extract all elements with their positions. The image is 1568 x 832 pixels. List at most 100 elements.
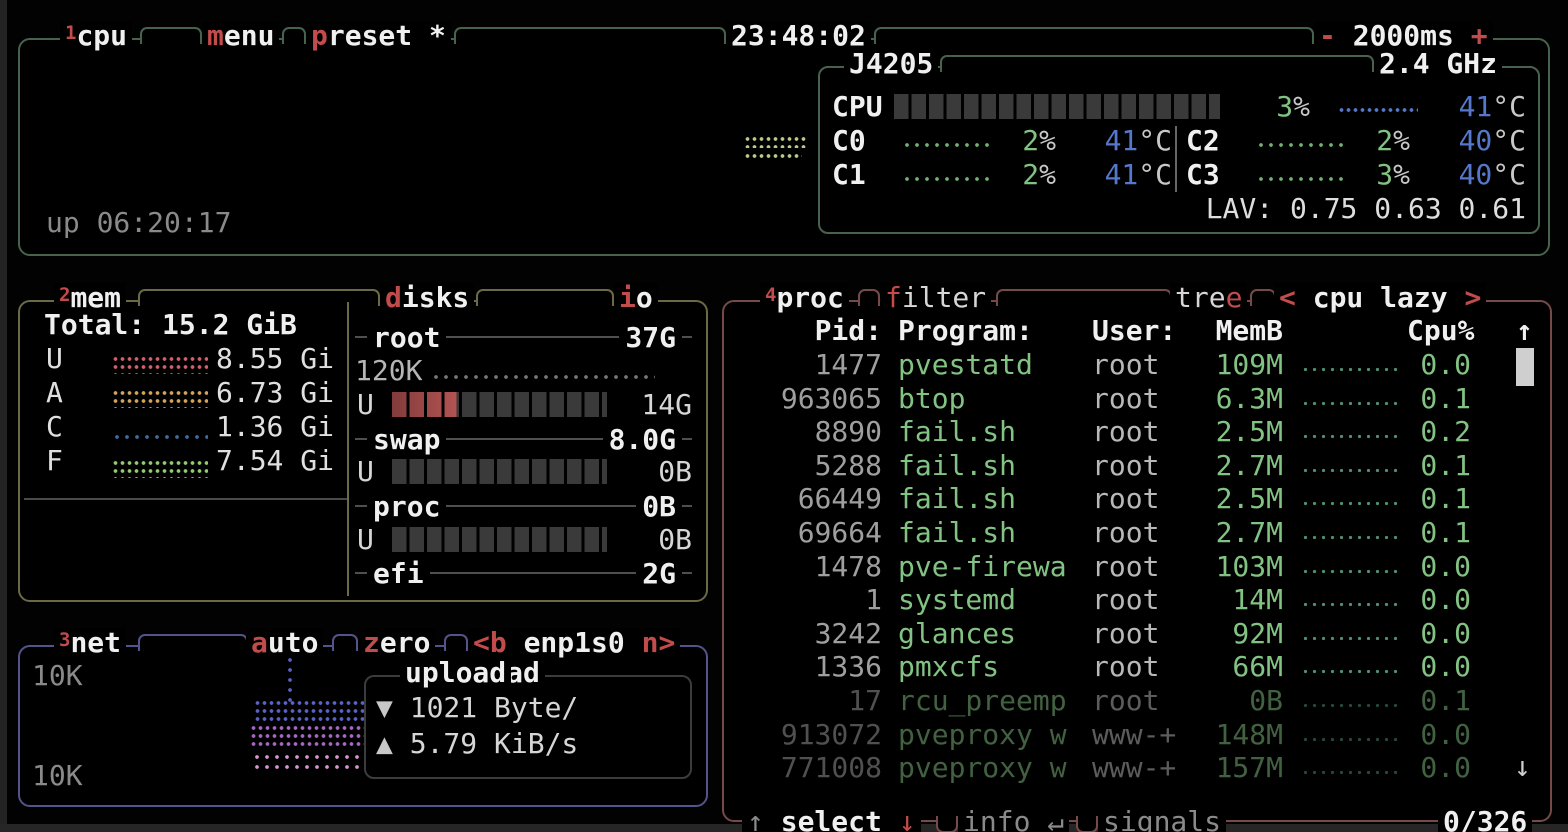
cpu-panel: 1cpu menu preset * 23:48:02 - 2000ms + u…	[18, 38, 1550, 256]
header-program[interactable]: Program:	[898, 314, 1092, 347]
table-row[interactable]: 963065 btop root 6.3M 0.1	[734, 382, 1514, 416]
table-row[interactable]: 1336 pmxcfs root 66M 0.0	[734, 650, 1514, 684]
scrollbar-thumb[interactable]	[1516, 348, 1534, 386]
filter-button[interactable]: filter	[880, 283, 991, 313]
proc-user: root	[1092, 415, 1212, 449]
header-mem[interactable]: MemB	[1212, 314, 1283, 347]
table-row[interactable]: 3242 glances root 92M 0.0	[734, 617, 1514, 651]
mem-total: Total: 15.2 GiB	[44, 308, 297, 341]
core-row: C0 2% 41°C	[832, 124, 1180, 158]
proc-program: fail.sh	[898, 415, 1092, 449]
disk-io-rate: 120K	[355, 354, 422, 388]
info-button[interactable]: info ↵	[958, 807, 1069, 832]
proc-cpu-graph	[1301, 701, 1399, 712]
disk-size: 0B	[636, 490, 682, 523]
net-interface-switcher: <b enp1s0 n>	[468, 628, 680, 658]
proc-mem: 148M	[1212, 718, 1283, 752]
proc-pid: 17	[734, 684, 882, 718]
io-mode-button[interactable]: io	[614, 283, 658, 313]
mem-row-label: F	[46, 444, 63, 478]
proc-program: pveproxy w	[898, 751, 1092, 785]
signals-button[interactable]: signals	[1098, 807, 1226, 832]
interface-name: enp1s0	[524, 626, 625, 659]
table-row[interactable]: 8890 fail.sh root 2.5M 0.2	[734, 415, 1514, 449]
mem-row-value: 1.36 Gi	[204, 410, 334, 444]
net-panel-title[interactable]: 3net	[54, 628, 126, 658]
proc-mem: 2.5M	[1212, 415, 1283, 449]
proc-user: www-+	[1092, 718, 1212, 752]
proc-cpu-graph-cell	[1297, 751, 1407, 785]
header-pid[interactable]: Pid:	[734, 314, 882, 347]
table-row[interactable]: 1477 pvestatd root 109M 0.0	[734, 348, 1514, 382]
net-auto-button[interactable]: auto	[246, 628, 323, 658]
upload-speed: ▲ 5.79 KiB/s	[376, 727, 578, 760]
proc-cpu-graph-cell	[1297, 650, 1407, 684]
mem-available-row: A 6.73 Gi	[44, 376, 334, 410]
cpu-usage-graph	[744, 135, 808, 148]
mem-used-graph	[112, 355, 208, 374]
table-row[interactable]: 771008 pveproxy w www-+ 157M 0.0	[734, 751, 1514, 785]
proc-pid: 8890	[734, 415, 882, 449]
scroll-up-icon[interactable]: ↑	[1516, 314, 1533, 347]
proc-cpu: 0.0	[1407, 617, 1471, 651]
process-panel: 4proc filter tree < cpu lazy > Pid: Prog…	[722, 300, 1552, 822]
mem-row-value: 7.54 Gi	[204, 444, 334, 478]
proc-pid: 771008	[734, 751, 882, 785]
proc-panel-title[interactable]: 4proc	[760, 283, 849, 313]
proc-mem: 14M	[1212, 583, 1283, 617]
table-row[interactable]: 1478 pve-firewa root 103M 0.0	[734, 550, 1514, 584]
disk-size: 8.0G	[603, 423, 682, 456]
tree-toggle-button[interactable]: tree	[1170, 283, 1247, 313]
sort-next-button[interactable]: >	[1464, 281, 1481, 314]
menu-button[interactable]: menu	[202, 21, 279, 51]
table-row[interactable]: 17 rcu_preemp root 0B 0.1	[734, 684, 1514, 718]
table-row[interactable]: 5288 fail.sh root 2.7M 0.1	[734, 449, 1514, 483]
header-cpu[interactable]: Cpu%	[1407, 314, 1471, 347]
proc-program: pve-firewa	[898, 550, 1092, 584]
proc-cpu-graph	[1301, 533, 1399, 544]
disk-used-label: U	[357, 455, 374, 489]
select-control[interactable]: ↑ select ↓	[742, 807, 921, 832]
next-interface-button[interactable]: n>	[642, 626, 676, 659]
border-tab	[858, 289, 880, 306]
proc-mem: 66M	[1212, 650, 1283, 684]
proc-cpu: 0.0	[1407, 348, 1471, 382]
proc-mem: 109M	[1212, 348, 1283, 382]
interval-decrease-button[interactable]: -	[1319, 19, 1336, 52]
proc-mem: 92M	[1212, 617, 1283, 651]
net-zero-button[interactable]: zero	[358, 628, 435, 658]
proc-user: root	[1092, 482, 1212, 516]
table-row[interactable]: 69664 fail.sh root 2.7M 0.1	[734, 516, 1514, 550]
header-user[interactable]: User:	[1092, 314, 1212, 347]
disks-toggle-button[interactable]: disks	[380, 283, 474, 313]
proc-cpu-graph	[1301, 399, 1399, 410]
disk-section-proc: proc 0B	[355, 489, 692, 523]
sort-prev-button[interactable]: <	[1279, 281, 1296, 314]
cpu-hotkey: 1	[65, 22, 76, 44]
proc-cpu-graph-cell	[1297, 718, 1407, 752]
proc-user: root	[1092, 516, 1212, 550]
table-row[interactable]: 913072 pveproxy w www-+ 148M 0.0	[734, 718, 1514, 752]
net-download-graph	[254, 699, 372, 722]
proc-mem: 2.7M	[1212, 516, 1283, 550]
disk-name: proc	[367, 490, 446, 523]
cpu-panel-title[interactable]: 1cpu	[60, 21, 132, 51]
core-label: C0	[832, 124, 866, 158]
proc-program: pvestatd	[898, 348, 1092, 382]
proc-cpu: 0.1	[1407, 382, 1471, 416]
proc-program: fail.sh	[898, 516, 1092, 550]
proc-user: root	[1092, 684, 1212, 718]
mem-row-label: A	[46, 376, 63, 410]
proc-cpu-graph	[1301, 735, 1399, 746]
prev-interface-button[interactable]: <b	[473, 626, 507, 659]
table-row[interactable]: 66449 fail.sh root 2.5M 0.1	[734, 482, 1514, 516]
scroll-down-icon[interactable]: ↓	[1514, 750, 1531, 783]
preset-button[interactable]: preset *	[306, 21, 451, 51]
cpu-total-label: CPU	[832, 90, 883, 123]
proc-cpu-graph	[1301, 567, 1399, 578]
proc-pid: 1336	[734, 650, 882, 684]
core-pct: 2%	[972, 124, 1056, 158]
proc-user: root	[1092, 617, 1212, 651]
proc-user: www-+	[1092, 751, 1212, 785]
table-row[interactable]: 1 systemd root 14M 0.0	[734, 583, 1514, 617]
